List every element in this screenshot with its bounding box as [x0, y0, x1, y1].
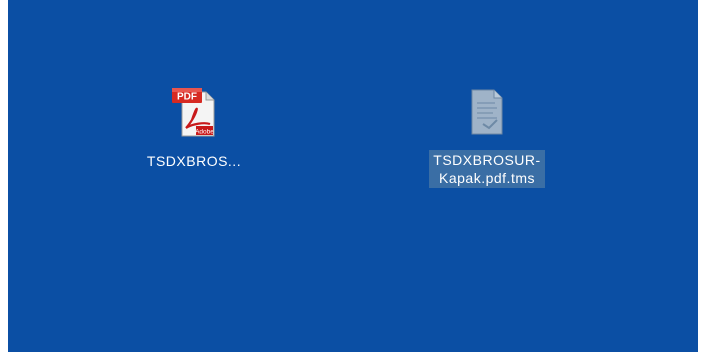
- generic-file-icon: [463, 86, 511, 138]
- file-name-line-1: TSDXBROSUR-: [433, 152, 541, 168]
- desktop-icon-tms-file[interactable]: TSDXBROSUR- Kapak.pdf.tms: [412, 86, 562, 188]
- file-name-label-selected: TSDXBROSUR- Kapak.pdf.tms: [429, 150, 545, 188]
- desktop-background[interactable]: PDF Adobe TSDXBROS... TSDXBROSUR- Kapak.…: [8, 0, 698, 352]
- file-name-line-2: Kapak.pdf.tms: [439, 170, 535, 186]
- file-name-label: TSDXBROS...: [146, 153, 242, 169]
- svg-text:Adobe: Adobe: [195, 129, 214, 136]
- desktop-icon-pdf-file[interactable]: PDF Adobe TSDXBROS...: [119, 86, 269, 170]
- screenshot-frame: PDF Adobe TSDXBROS... TSDXBROSUR- Kapak.…: [0, 0, 705, 363]
- pdf-document-icon: PDF Adobe: [170, 86, 218, 138]
- svg-text:PDF: PDF: [177, 92, 197, 103]
